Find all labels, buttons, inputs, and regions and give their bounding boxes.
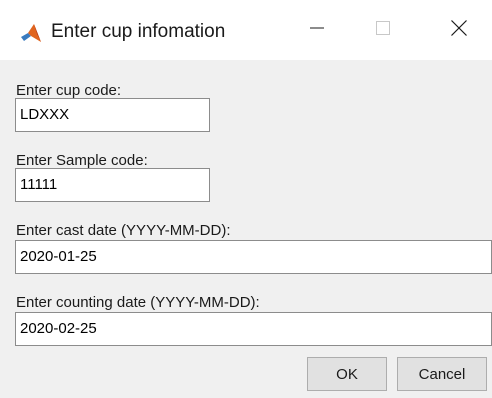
cup-code-label: Enter cup code:	[16, 82, 122, 99]
cancel-button[interactable]: Cancel	[397, 357, 487, 391]
matlab-icon	[20, 22, 42, 44]
minimize-icon	[310, 21, 324, 40]
window-title: Enter cup infomation	[51, 21, 226, 42]
counting-date-label: Enter counting date (YYYY-MM-DD):	[16, 294, 260, 311]
cup-code-input[interactable]: LDXXX	[15, 98, 210, 132]
minimize-button[interactable]	[284, 0, 350, 60]
maximize-icon	[376, 20, 390, 40]
title-bar[interactable]: Enter cup infomation	[0, 0, 492, 60]
ok-button[interactable]: OK	[307, 357, 387, 391]
maximize-button[interactable]	[350, 0, 416, 60]
sample-code-input[interactable]: 11111	[15, 168, 210, 202]
cast-date-label: Enter cast date (YYYY-MM-DD):	[16, 222, 231, 239]
sample-code-label: Enter Sample code:	[16, 152, 148, 169]
counting-date-input[interactable]: 2020-02-25	[15, 312, 492, 346]
dialog-body: Enter cup code: LDXXX Enter Sample code:…	[0, 60, 492, 398]
cast-date-input[interactable]: 2020-01-25	[15, 240, 492, 274]
close-button[interactable]	[426, 0, 492, 60]
close-icon	[451, 19, 467, 41]
